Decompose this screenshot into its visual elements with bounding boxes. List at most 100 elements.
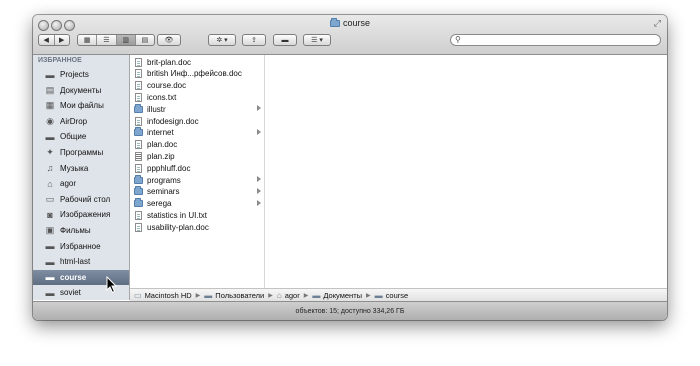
file-row[interactable]: icons.txt (130, 91, 264, 103)
finder-window: course ⤢ ◀ ▶ ▦ ☰ ▥ ▤ 👁 ✲ ▾ ⇪ ▬ ☰ ▾ ⚲ ИЗБ… (33, 15, 667, 320)
file-name: statistics in UI.txt (147, 210, 208, 220)
list-view-button[interactable]: ☰ (97, 35, 117, 45)
file-column: brit-plan.doc british Инф...рфейсов.doc co… (130, 55, 265, 300)
label-button[interactable]: ▬ (273, 34, 297, 46)
document-icon (134, 69, 143, 79)
file-row[interactable]: british Инф...рфейсов.doc (130, 68, 264, 80)
sidebar-item-label: Программы (60, 148, 104, 157)
view-mode-control: ▦ ☰ ▥ ▤ (77, 34, 155, 46)
file-row[interactable]: statistics in UI.txt (130, 209, 264, 221)
sidebar-item-label: Документы (60, 85, 102, 95)
share-button[interactable]: ⇪ (242, 34, 266, 46)
coverflow-view-button[interactable]: ▤ (136, 35, 154, 45)
action-button[interactable]: ✲ ▾ (208, 34, 236, 46)
camera-icon: ◙ (47, 209, 53, 220)
fullscreen-icon[interactable]: ⤢ (654, 18, 661, 29)
files-icon: ▦ (45, 100, 55, 111)
document-icon (134, 81, 143, 91)
file-row[interactable]: usability-plan.doc (130, 221, 264, 233)
file-name: illustr (147, 104, 166, 114)
sidebar-item[interactable]: ▤ Документы (33, 83, 129, 98)
sidebar-item[interactable]: ▭ Рабочий стол (33, 192, 129, 207)
back-button[interactable]: ◀ (39, 35, 55, 45)
airdrop-icon: ◉ (46, 115, 54, 126)
file-row[interactable]: course.doc (130, 80, 264, 92)
folder-icon: ▬ (204, 290, 213, 300)
icon-view-button[interactable]: ▦ (78, 35, 98, 45)
file-row[interactable]: brit-plan.doc (130, 56, 264, 68)
desktop-icon: ▭ (45, 193, 55, 204)
status-bar: объектов: 15; доступно 334,26 ГБ (33, 301, 667, 320)
title-bar: course ⤢ ◀ ▶ ▦ ☰ ▥ ▤ 👁 ✲ ▾ ⇪ ▬ ☰ ▾ ⚲ (33, 15, 667, 55)
folder-icon (134, 198, 143, 208)
file-name: serega (147, 199, 172, 209)
path-item[interactable]: ▭ Macintosh HD ▶ (134, 291, 200, 300)
music-icon: ♫ (46, 163, 54, 174)
sidebar-item[interactable]: ▣ Фильмы (33, 223, 129, 238)
folder-row[interactable]: seminars (130, 186, 264, 198)
file-row[interactable]: infodesign.doc (130, 115, 264, 127)
sidebar-item-label: agor (60, 179, 77, 189)
folder-icon: ▬ (45, 287, 55, 298)
folder-icon: ▬ (312, 290, 321, 300)
file-row[interactable]: plan.zip (130, 150, 264, 162)
column-view-button[interactable]: ▥ (116, 35, 136, 45)
path-item[interactable]: ▬ course (375, 291, 409, 300)
path-item[interactable]: ▬ Пользователи ▶ (204, 291, 273, 300)
sidebar-item[interactable]: ⌂ agor (33, 176, 129, 191)
folder-row[interactable]: illustr (130, 103, 264, 115)
file-name: plan.doc (147, 140, 178, 150)
sidebar-item[interactable]: ◙ Изображения (33, 207, 129, 222)
path-bar: ▭ Macintosh HD ▶ ▬ Пользователи ▶ ⌂ agor ▶ ▬ До… (130, 288, 667, 301)
sidebar-item-label: soviet (60, 288, 81, 298)
sidebar-item[interactable]: ▬ Projects (33, 67, 129, 82)
document-icon (134, 163, 143, 173)
disclosure-arrow-icon[interactable] (257, 105, 261, 112)
document-icon (134, 92, 143, 102)
sidebar-item-label: Рабочий стол (60, 194, 111, 204)
sidebar-item[interactable]: ▬ Избранное (33, 239, 129, 254)
file-name: usability-plan.doc (147, 222, 209, 232)
file-row[interactable]: ppphluff.doc (130, 162, 264, 174)
window-title-text: course (342, 18, 370, 28)
arrange-button[interactable]: ☰ ▾ (303, 34, 331, 46)
folder-row[interactable]: internet (130, 127, 264, 139)
quick-look-button[interactable]: 👁 (157, 34, 181, 46)
back-forward-control: ◀ ▶ (38, 34, 70, 46)
folder-row[interactable]: serega (130, 198, 264, 210)
share-icon: ⇪ (251, 37, 257, 44)
path-item[interactable]: ⌂ agor ▶ (277, 291, 308, 300)
forward-button[interactable]: ▶ (55, 35, 70, 45)
sidebar-item[interactable]: ▬ html-last (33, 254, 129, 269)
sidebar-item-label: course (60, 272, 87, 282)
sidebar-item[interactable]: ♫ Музыка (33, 161, 129, 176)
sidebar-item-label: Избранное (60, 241, 101, 251)
disclosure-arrow-icon[interactable] (257, 128, 261, 135)
folder-icon: ▬ (45, 272, 55, 283)
search-input[interactable]: ⚲ (450, 34, 661, 46)
documents-icon: ▤ (45, 84, 55, 95)
folder-icon: ▬ (45, 256, 55, 267)
document-icon (134, 57, 143, 67)
window-title: course (33, 18, 667, 29)
sidebar-item[interactable]: ▬ Общие (33, 129, 129, 144)
folder-row[interactable]: programs (130, 174, 264, 186)
disclosure-arrow-icon[interactable] (257, 176, 261, 182)
home-icon: ⌂ (47, 178, 53, 189)
sidebar-item[interactable]: ✦ Программы (33, 145, 129, 160)
disclosure-arrow-icon[interactable] (257, 187, 261, 194)
path-item[interactable]: ▬ Документы ▶ (312, 291, 370, 300)
sidebar-item-label: Projects (60, 70, 89, 79)
folder-icon: ▬ (45, 241, 55, 252)
sidebar-item-label: Фильмы (60, 226, 91, 235)
sidebar-item-label: Музыка (60, 163, 89, 173)
document-icon (134, 140, 143, 150)
folder-icon (134, 127, 143, 137)
file-row[interactable]: plan.doc (130, 139, 264, 151)
sidebar-item[interactable]: ▦ Мои файлы (33, 98, 129, 113)
file-name: ppphluff.doc (147, 163, 191, 173)
file-name: icons.txt (147, 92, 177, 102)
sidebar-item[interactable]: ◉ AirDrop (33, 114, 129, 129)
disclosure-arrow-icon[interactable] (257, 199, 261, 206)
file-name: internet (147, 128, 174, 138)
